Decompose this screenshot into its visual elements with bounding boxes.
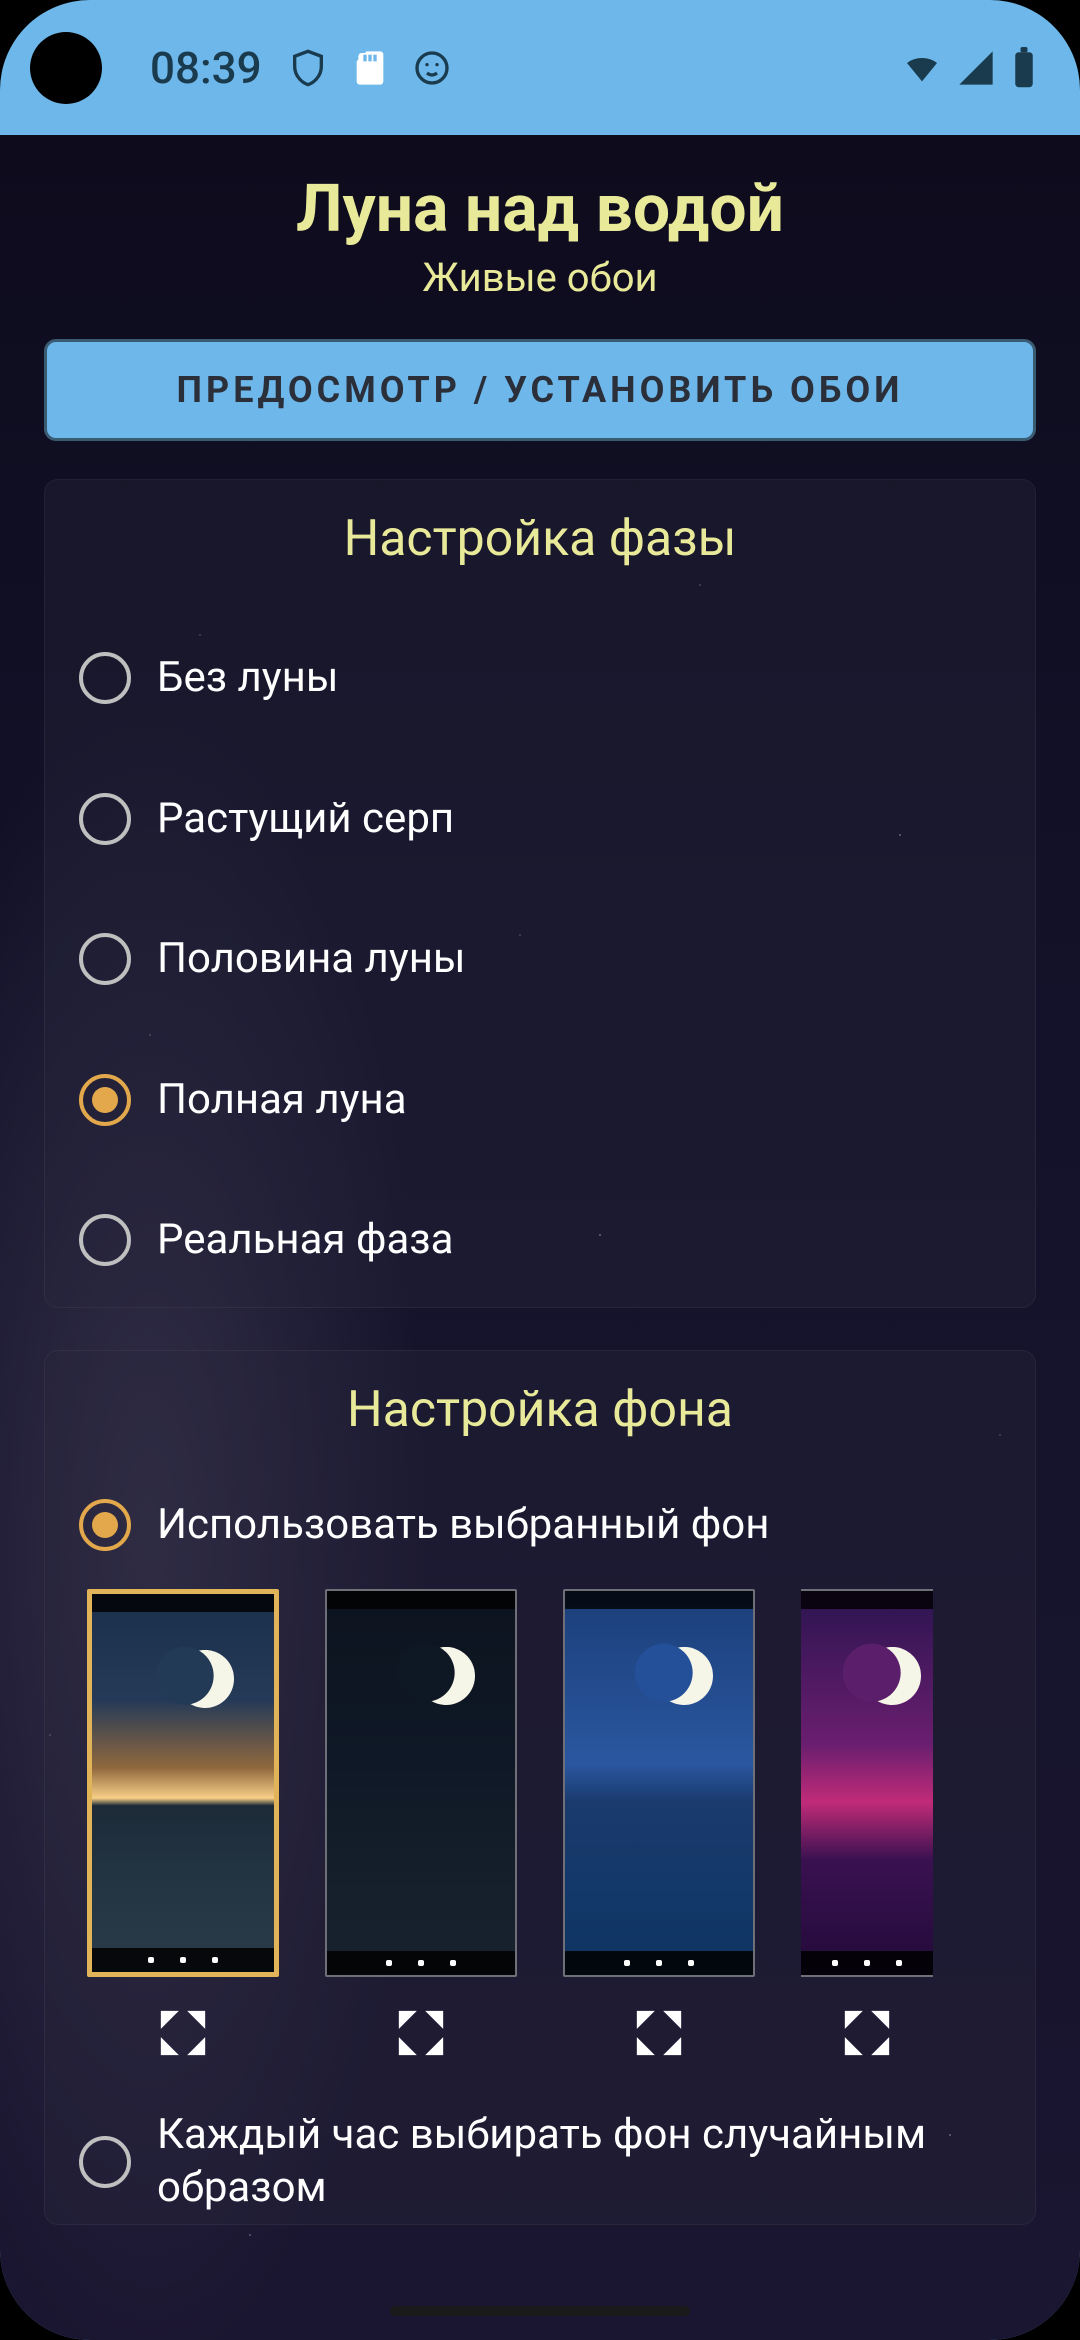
status-icons-left <box>288 48 452 88</box>
expand-icon[interactable] <box>631 2005 687 2061</box>
face-outline-icon <box>412 48 452 88</box>
bg-thumb-col-3 <box>563 1589 755 2061</box>
phase-option-full-moon[interactable]: Полная луна <box>73 1030 1007 1171</box>
app-title: Луна над водой <box>44 171 1036 248</box>
background-settings-card: Настройка фона Использовать выбранный фо… <box>44 1350 1036 2226</box>
radio-icon <box>79 1214 131 1266</box>
bg-thumb-night[interactable] <box>325 1589 517 1977</box>
radio-icon <box>79 1499 131 1551</box>
bg-thumb-col-2 <box>325 1589 517 2061</box>
expand-icon[interactable] <box>155 2005 211 2061</box>
status-bar: 08:39 <box>0 0 1080 135</box>
background-thumbnails-row <box>73 1589 1007 2061</box>
bg-option-label: Каждый час выбирать фон случайным образо… <box>157 2109 1001 2214</box>
camera-hole <box>30 32 102 104</box>
phase-option-label: Растущий серп <box>157 793 454 846</box>
preview-set-wallpaper-button[interactable]: ПРЕДОСМОТР / УСТАНОВИТЬ ОБОИ <box>44 339 1036 441</box>
radio-icon <box>79 933 131 985</box>
app-subtitle: Живые обои <box>44 254 1036 301</box>
phase-option-label: Реальная фаза <box>157 1214 453 1267</box>
phase-option-no-moon[interactable]: Без луны <box>73 608 1007 749</box>
bg-thumb-sunset[interactable] <box>87 1589 279 1977</box>
phase-option-waxing-crescent[interactable]: Растущий серп <box>73 749 1007 890</box>
status-right <box>902 47 1038 89</box>
phase-settings-title: Настройка фазы <box>73 510 1007 568</box>
phase-option-real-phase[interactable]: Реальная фаза <box>73 1170 1007 1277</box>
shield-outline-icon <box>288 48 328 88</box>
background-settings-title: Настройка фона <box>73 1381 1007 1439</box>
cell-signal-icon <box>956 48 996 88</box>
phase-settings-card: Настройка фазы Без луны Растущий серп По… <box>44 479 1036 1308</box>
bg-thumb-col-4 <box>801 1589 933 2061</box>
gesture-nav-bar[interactable] <box>390 2306 690 2316</box>
bg-option-random-hourly[interactable]: Каждый час выбирать фон случайным образо… <box>73 2061 1007 2214</box>
expand-icon[interactable] <box>393 2005 449 2061</box>
bg-option-label: Использовать выбранный фон <box>157 1499 769 1552</box>
phase-option-label: Половина луны <box>157 933 466 986</box>
bg-option-use-selected[interactable]: Использовать выбранный фон <box>73 1479 1007 1590</box>
phase-option-label: Полная луна <box>157 1074 407 1127</box>
sd-card-icon <box>350 48 390 88</box>
bg-thumb-col-1 <box>87 1589 279 2061</box>
wifi-icon <box>902 48 942 88</box>
radio-icon <box>79 1074 131 1126</box>
expand-icon[interactable] <box>839 2005 895 2061</box>
status-clock: 08:39 <box>150 42 262 94</box>
device-frame: 08:39 <box>0 0 1080 2340</box>
radio-icon <box>79 652 131 704</box>
preview-set-wallpaper-button-label: ПРЕДОСМОТР / УСТАНОВИТЬ ОБОИ <box>177 369 904 411</box>
bg-thumb-magenta[interactable] <box>801 1589 933 1977</box>
battery-icon <box>1010 47 1038 89</box>
app-content: Луна над водой Живые обои ПРЕДОСМОТР / У… <box>0 135 1080 2340</box>
bg-thumb-blue[interactable] <box>563 1589 755 1977</box>
status-left: 08:39 <box>150 42 452 94</box>
phase-option-half-moon[interactable]: Половина луны <box>73 889 1007 1030</box>
radio-icon <box>79 793 131 845</box>
phase-option-label: Без луны <box>157 652 338 705</box>
radio-icon <box>79 2136 131 2188</box>
